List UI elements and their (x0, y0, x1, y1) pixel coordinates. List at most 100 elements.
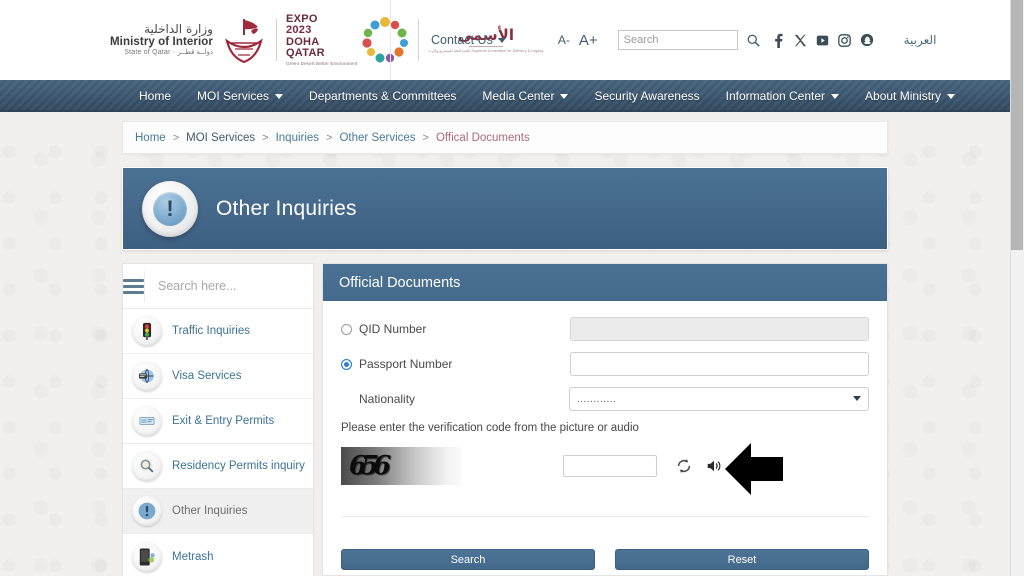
panel-title: Official Documents (339, 274, 461, 291)
sidebar-item-label: Other Inquiries (172, 505, 248, 517)
header-utility-bar: Contact Us A- A+ Search العربية (390, 0, 1010, 80)
header-search (617, 30, 738, 50)
breadcrumb-item-inquiries[interactable]: Inquiries (276, 132, 319, 144)
chevron-down-icon (560, 93, 569, 99)
traffic-light-icon (132, 316, 162, 346)
arabic-language-link[interactable]: العربية (904, 33, 937, 47)
qid-radio[interactable] (341, 323, 352, 335)
nav-item-departments-committees[interactable]: Departments & Committees (296, 89, 469, 103)
nav-item-media-center[interactable]: Media Center (469, 89, 581, 103)
search-button[interactable]: Search (341, 549, 595, 570)
moi-logo-english: Ministry of Interior (110, 36, 213, 49)
passport-input[interactable] (570, 352, 869, 376)
breadcrumb-separator: > (172, 131, 180, 144)
search-input[interactable] (617, 30, 738, 50)
panel-body: QID Number Passport Number Nationality .… (323, 301, 887, 570)
metrash-phone-icon (132, 541, 162, 572)
breadcrumb-item-current: Offical Documents (435, 131, 530, 144)
contact-us-dropdown[interactable]: Contact Us (431, 33, 506, 47)
sidebar-item-label: Residency Permits inquiry (172, 460, 305, 472)
verification-instruction: Please enter the verification code from … (341, 422, 639, 434)
x-twitter-icon[interactable] (794, 34, 807, 47)
passport-label: Passport Number (359, 357, 453, 371)
page-scrollbar-track[interactable] (1010, 0, 1024, 576)
sidebar-item-other-inquiries[interactable]: Other Inquiries (123, 489, 313, 534)
nav-label: About Ministry (865, 89, 942, 103)
contact-us-label: Contact Us (431, 33, 493, 47)
breadcrumb-item-moi-services[interactable]: MOI Services (186, 132, 255, 144)
visa-icon (132, 361, 162, 391)
nationality-row: Nationality ............ (341, 387, 869, 411)
passport-radio[interactable] (341, 358, 352, 370)
sidebar-item-traffic-inquiries[interactable]: Traffic Inquiries (123, 309, 313, 354)
moi-logo-subtitle: State of Qatar · دولــة قطــر (124, 49, 213, 57)
residency-search-icon (132, 451, 162, 481)
chevron-down-icon (947, 93, 956, 99)
qid-input[interactable] (570, 317, 869, 341)
hamburger-menu-icon[interactable] (123, 270, 145, 302)
nav-label: Departments & Committees (309, 89, 457, 103)
nav-item-home[interactable]: Home (126, 89, 184, 103)
panel-divider (341, 516, 869, 517)
panel-header: Official Documents (323, 264, 887, 301)
chevron-down-icon (275, 93, 284, 99)
facebook-icon[interactable] (772, 33, 785, 48)
font-decrease-button[interactable]: A- (558, 33, 570, 47)
sidebar-item-metrash[interactable]: Metrash (123, 534, 313, 576)
nav-item-about-ministry[interactable]: About Ministry (852, 89, 968, 103)
nav-item-information-center[interactable]: Information Center (713, 89, 852, 103)
captcha-row: 656 (341, 447, 869, 485)
nav-item-security-awareness[interactable]: Security Awareness (581, 89, 712, 103)
sidebar-item-residency-permits-inquiry[interactable]: Residency Permits inquiry (123, 444, 313, 489)
qatar-emblem-icon (221, 15, 267, 65)
youtube-icon[interactable] (816, 34, 829, 47)
form-buttons: Search Reset (341, 549, 869, 570)
services-sidebar: Traffic Inquiries Visa Services (122, 263, 319, 576)
breadcrumb-item-other-services[interactable]: Other Services (339, 132, 415, 144)
passport-row: Passport Number (341, 352, 869, 376)
breadcrumb: Home > MOI Services > Inquiries > Other … (122, 121, 888, 154)
breadcrumb-item-home[interactable]: Home (135, 132, 166, 144)
social-links (772, 33, 874, 48)
instagram-icon[interactable] (837, 33, 851, 47)
exit-entry-icon (132, 406, 162, 436)
moi-logo[interactable]: وزارة الداخلية Ministry of Interior Stat… (110, 23, 221, 57)
qid-row: QID Number (341, 317, 869, 341)
snapchat-icon[interactable] (860, 33, 874, 47)
captcha-input[interactable] (563, 455, 657, 477)
reset-button[interactable]: Reset (615, 549, 869, 570)
sidebar-item-label: Visa Services (172, 370, 242, 382)
speaker-icon[interactable] (705, 457, 723, 475)
breadcrumb-separator: > (422, 131, 429, 144)
nationality-select[interactable]: ............ (569, 387, 869, 411)
site-header: وزارة الداخلية Ministry of Interior Stat… (0, 0, 1010, 80)
nav-items-container: Home MOI Services Departments & Committe… (0, 80, 1010, 112)
search-icon[interactable] (747, 34, 760, 47)
page-title: Other Inquiries (216, 196, 357, 220)
chevron-down-icon (497, 37, 506, 43)
captcha-image: 656 (341, 447, 461, 485)
sidebar-item-label: Metrash (172, 550, 214, 563)
font-size-controls: A- A+ (558, 32, 598, 49)
exclamation-icon (132, 496, 162, 526)
nav-item-moi-services[interactable]: MOI Services (184, 89, 296, 103)
main-navigation: Home MOI Services Departments & Committe… (0, 80, 1010, 112)
breadcrumb-separator: > (262, 131, 269, 144)
exclamation-icon: ! (142, 180, 198, 237)
expo-line-4: QATAR (285, 47, 325, 60)
sidebar-search-input[interactable] (145, 264, 319, 308)
nav-label: Home (139, 89, 172, 103)
sidebar-item-label: Traffic Inquiries (172, 325, 250, 337)
sidebar-search-row (123, 264, 319, 309)
sidebar-item-exit-entry-permits[interactable]: Exit & Entry Permits (123, 399, 313, 444)
font-increase-button[interactable]: A+ (579, 32, 598, 49)
nationality-label: Nationality (359, 392, 416, 406)
refresh-icon[interactable] (675, 457, 693, 475)
logo-divider-1 (275, 19, 277, 61)
page-banner: ! Other Inquiries (122, 167, 888, 250)
breadcrumb-separator: > (326, 131, 333, 144)
nav-label: MOI Services (197, 89, 270, 103)
page-scrollbar-thumb[interactable] (1011, 0, 1023, 250)
sidebar-item-visa-services[interactable]: Visa Services (123, 354, 313, 399)
sidebar-item-label: Exit & Entry Permits (172, 415, 275, 427)
